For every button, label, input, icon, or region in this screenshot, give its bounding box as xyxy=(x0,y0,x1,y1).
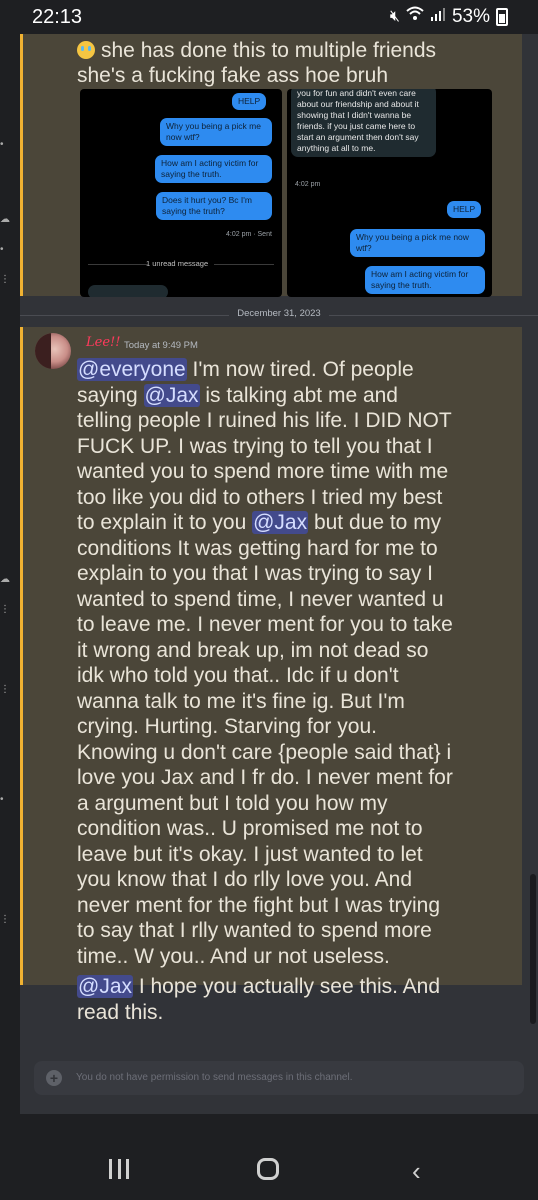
message-line: @everyone I'm now tired. Of people xyxy=(77,358,414,381)
server-sidebar: • ☁ • ⋮ ☁ ⋮ ⋮ • ⋮ ⚙ xyxy=(0,34,20,1131)
battery-icon xyxy=(496,8,508,26)
message-line: never ment for the fight but I was tryin… xyxy=(77,894,441,917)
message-line: saying @Jax is talking abt me and xyxy=(77,384,398,407)
message-line: it wrong and break up, im not dead so xyxy=(77,639,429,662)
mute-icon: 🔇︎ xyxy=(389,8,400,25)
status-time: 22:13 xyxy=(32,6,83,28)
message-line: to leave me. I never ment for you to tak… xyxy=(77,613,453,636)
date-divider: December 31, 2023 xyxy=(20,304,538,324)
message-input-bar: + You do not have permission to send mes… xyxy=(34,1061,524,1095)
status-bar: 22:13 🔇︎ 53% xyxy=(0,0,538,34)
message-line: to say that I rlly wanted to spend more xyxy=(77,919,432,942)
message-line: wanna talk to me it's fine ig. But I'm xyxy=(77,690,405,713)
cloud-icon: ☁ xyxy=(0,574,10,585)
message-line: too like you did to others I tried my be… xyxy=(77,486,443,509)
channel-unread-dot: ⋮ xyxy=(0,274,10,285)
message-line: conditions It was getting hard for me to xyxy=(77,537,438,560)
image-attachment[interactable]: you for fun and didn't even care about o… xyxy=(287,89,492,297)
message-line: condition was.. U promised me not to xyxy=(77,817,423,840)
chat-bubble-sent: How am I acting victim for saying the tr… xyxy=(155,155,272,183)
cloud-icon: ☁ xyxy=(0,214,10,225)
message-line: you know that I do rlly love you. And xyxy=(77,868,413,891)
chat-bubble-sent: HELP xyxy=(232,93,267,110)
chat-bubble-sent: How am I acting victim for saying the tr… xyxy=(365,266,485,294)
no-permission-text: You do not have permission to send messa… xyxy=(76,1072,353,1083)
message-line: to explain it to you @Jax but due to my xyxy=(77,511,442,534)
date-divider-label: December 31, 2023 xyxy=(20,308,538,319)
unread-divider-line xyxy=(88,264,148,265)
message-line: idk who told you that.. Idc if u don't xyxy=(77,664,399,687)
channel-unread-dot: • xyxy=(0,139,4,150)
back-icon[interactable]: ‹ xyxy=(412,1156,421,1187)
chat-bubble-received: you for fun and didn't even care about o… xyxy=(291,89,436,157)
message-timestamp: Today at 9:49 PM xyxy=(124,340,198,351)
received-time: 4:02 pm xyxy=(295,181,321,188)
message-line: she's a fucking fake ass hoe bruh xyxy=(77,64,389,87)
battery-percentage: 53% xyxy=(451,6,490,27)
channel-unread-dot: • xyxy=(0,244,4,255)
message-line: Knowing u don't care {people said that} … xyxy=(77,741,452,764)
chat-bubble-sent: Why you being a pick me now wtf? xyxy=(160,118,272,146)
message-line: FUCK UP. I was trying to tell you that I xyxy=(77,435,433,458)
channel-unread-dot: ⋮ xyxy=(0,604,10,615)
system-nav-bar: ‹ xyxy=(0,1114,538,1200)
home-icon[interactable] xyxy=(257,1158,279,1180)
status-icons: 🔇︎ 53% xyxy=(390,6,508,28)
plus-icon: + xyxy=(46,1070,62,1086)
message-line: she has done this to multiple friends xyxy=(77,38,436,64)
unread-divider-line xyxy=(214,264,274,265)
crying-emoji-icon xyxy=(77,41,95,59)
username[interactable]: Lee!! xyxy=(86,335,120,350)
chat-bubble-received xyxy=(88,285,168,297)
message-line: crying. Hurting. Starving for you. xyxy=(77,715,377,738)
wifi-icon xyxy=(406,6,424,28)
sent-time: 4:02 pm · Sent xyxy=(226,231,272,238)
message-line: telling people I ruined his life. I DID … xyxy=(77,409,452,432)
scrollbar[interactable] xyxy=(530,874,536,1024)
message-line: wanted you to spend more time with me xyxy=(77,460,449,483)
message-line: read this. xyxy=(77,1001,164,1024)
avatar[interactable] xyxy=(35,333,71,369)
channel-unread-dot: ⋮ xyxy=(0,914,10,925)
message-line: time.. W you.. And ur not useless. xyxy=(77,945,390,968)
chat-bubble-sent: HELP xyxy=(447,201,482,218)
channel-unread-dot: ⋮ xyxy=(0,684,10,695)
channel-unread-dot: • xyxy=(0,794,4,805)
message-line: a argument but I told you how my xyxy=(77,792,388,815)
user-mention-jax[interactable]: @Jax xyxy=(77,975,133,998)
message-line: leave but it's okay. I just wanted to le… xyxy=(77,843,423,866)
image-attachment[interactable]: HELP Why you being a pick me now wtf? Ho… xyxy=(80,89,282,297)
everyone-mention[interactable]: @everyone xyxy=(77,358,187,381)
user-mention-jax[interactable]: @Jax xyxy=(252,511,309,534)
message-line: wanted to spend time, I never wanted u xyxy=(77,588,444,611)
message-line: explain to you that I was trying to say … xyxy=(77,562,434,585)
message-line: @Jax I hope you actually see this. And xyxy=(77,975,441,998)
chat-bubble-sent: Does it hurt you? Bc I'm saying the trut… xyxy=(156,192,272,220)
user-mention-jax[interactable]: @Jax xyxy=(143,384,200,407)
signal-icon xyxy=(430,6,446,28)
channel-messages[interactable]: she has done this to multiple friends sh… xyxy=(20,34,538,1114)
message-line: love you Jax and I fr do. I never ment f… xyxy=(77,766,453,789)
recents-icon[interactable] xyxy=(109,1159,129,1179)
unread-label: 1 unread message xyxy=(146,259,209,268)
chat-bubble-sent: Why you being a pick me now wtf? xyxy=(350,229,485,257)
